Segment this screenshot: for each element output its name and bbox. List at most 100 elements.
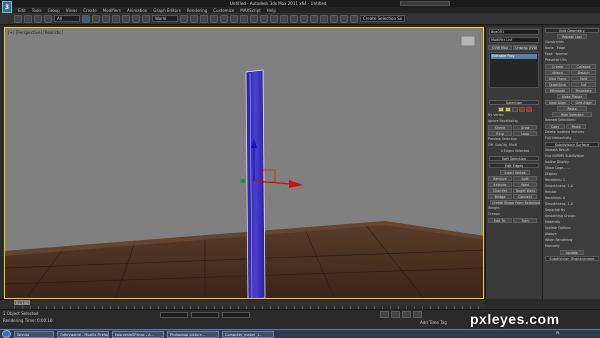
connect-button[interactable]: Connect	[513, 194, 538, 199]
render-setup-icon[interactable]	[330, 14, 338, 23]
smooth-result-checkbox[interactable]: Smooth Result	[545, 148, 599, 153]
time-slider[interactable]: 0 / 100	[14, 300, 30, 305]
split-button[interactable]: Split	[513, 176, 538, 181]
angle-snap-icon[interactable]	[220, 14, 228, 23]
object-name-field[interactable]: Box001	[489, 29, 539, 35]
tray-language[interactable]: PL	[556, 331, 560, 335]
subdivision-surface-rollout[interactable]: Subdivision Surface	[545, 142, 599, 147]
taskbar-item-photoshop[interactable]: Photoshop picture...	[167, 330, 219, 338]
preview-off-radio[interactable]: Off	[488, 143, 493, 147]
schematic-view-icon[interactable]	[310, 14, 318, 23]
weld-button[interactable]: Weld	[513, 182, 538, 187]
paste-button[interactable]: Paste	[566, 124, 587, 129]
menu-create[interactable]: Create	[83, 8, 96, 13]
render-iterations-value[interactable]: 0	[563, 196, 565, 200]
repeat-last-button[interactable]: Repeat Last	[557, 34, 587, 39]
vertex-mode-icon[interactable]	[497, 107, 504, 112]
menu-views[interactable]: Views	[66, 8, 78, 13]
start-button[interactable]	[2, 330, 11, 338]
manipulate-icon[interactable]	[190, 14, 198, 23]
menu-graph-editors[interactable]: Graph Editors	[153, 8, 180, 13]
constraint-normal-radio[interactable]: Normal	[556, 52, 568, 56]
taskbar-item-wrzuta[interactable]: Wrzuta	[14, 330, 54, 338]
y-coordinate-field[interactable]	[191, 312, 219, 318]
menu-modifiers[interactable]: Modifiers	[103, 8, 121, 13]
loop-button[interactable]: Loop	[513, 131, 538, 136]
create-shape-button[interactable]: Create Shape From Selection	[490, 200, 540, 205]
subdivision-displacement-rollout[interactable]: Subdivision Displacement	[545, 256, 599, 261]
selection-filter-dropdown[interactable]: All	[54, 15, 80, 22]
x-coordinate-field[interactable]	[160, 312, 188, 318]
reference-coordinate-dropdown[interactable]: World	[152, 15, 178, 22]
snaps-toggle-icon[interactable]	[210, 14, 218, 23]
spinner-snap-icon[interactable]	[240, 14, 248, 23]
render-smoothness-value[interactable]: 1,0	[567, 202, 572, 206]
select-move-icon[interactable]	[122, 14, 130, 23]
menu-rendering[interactable]: Rendering	[187, 8, 207, 13]
tessellate-button[interactable]: Tessellate	[571, 88, 597, 93]
menu-help[interactable]: Help	[267, 8, 276, 13]
bridge-button[interactable]: Bridge	[488, 194, 512, 199]
rectangular-selection-icon[interactable]	[102, 14, 110, 23]
attach-button[interactable]: Attach	[545, 70, 570, 75]
go-to-start-icon[interactable]	[380, 311, 389, 318]
window-crossing-icon[interactable]	[112, 14, 120, 23]
split-checkbox[interactable]: Split	[571, 76, 597, 81]
perspective-viewport[interactable]: [+] [Perspective] [Realistic]	[4, 27, 484, 299]
display-smoothness-value[interactable]: 1,0	[567, 184, 572, 188]
taskbar-item-firefox[interactable]: Odkrywanie - Mozilla Firefox	[57, 330, 109, 338]
by-vertex-checkbox[interactable]: By Vertex	[488, 113, 542, 118]
selection-rollout-header[interactable]: Selection	[489, 100, 539, 105]
preserve-uvs-checkbox[interactable]: Preserve UVs	[545, 58, 599, 63]
edit-named-selection-icon[interactable]	[250, 14, 258, 23]
soft-selection-rollout[interactable]: Soft Selection	[489, 156, 539, 161]
menu-tools[interactable]: Tools	[32, 8, 42, 13]
unlink-icon[interactable]	[44, 14, 52, 23]
align-icon[interactable]	[270, 14, 278, 23]
update-always-radio[interactable]: Always	[545, 232, 599, 237]
detach-button[interactable]: Detach	[571, 70, 597, 75]
full-interactivity-checkbox[interactable]: Full Interactivity	[545, 136, 599, 141]
mirror-icon[interactable]	[260, 14, 268, 23]
make-planar-button[interactable]: Make Planar	[557, 94, 587, 99]
hide-selected-button[interactable]: Hide Selected	[552, 112, 592, 117]
quickslice-button[interactable]: QuickSlice	[545, 82, 570, 87]
menu-customize[interactable]: Customize	[213, 8, 234, 13]
edge-mode-icon[interactable]	[504, 107, 511, 112]
ring-button[interactable]: Ring	[488, 131, 512, 136]
taskbar-item-3dsmax[interactable]: tworzenieSP.max - A...	[112, 330, 164, 338]
ignore-backfacing-checkbox[interactable]: Ignore Backfacing	[488, 119, 542, 124]
modifier-list-dropdown[interactable]: Modifier List	[489, 37, 539, 43]
msmooth-button[interactable]: MSmooth	[545, 88, 570, 93]
menu-group[interactable]: Group	[48, 8, 60, 13]
material-editor-icon[interactable]	[320, 14, 328, 23]
menu-maxscript[interactable]: MAXScript	[240, 8, 261, 13]
preview-subobj-radio[interactable]: SubObj	[495, 143, 507, 147]
collapse-button[interactable]: Collapse	[571, 64, 597, 69]
play-icon[interactable]	[402, 311, 411, 318]
keyboard-shortcut-icon[interactable]	[200, 14, 208, 23]
graphite-tools-icon[interactable]	[290, 14, 298, 23]
undo-icon[interactable]	[14, 14, 22, 23]
cut-button[interactable]: Cut	[571, 82, 597, 87]
element-mode-icon[interactable]	[526, 107, 533, 112]
copy-button[interactable]: Copy	[545, 124, 565, 129]
select-by-name-icon[interactable]	[92, 14, 100, 23]
menu-edit[interactable]: Edit	[18, 8, 26, 13]
add-time-tag[interactable]: Add Time Tag	[420, 320, 447, 325]
target-weld-button[interactable]: Target Weld	[513, 188, 538, 193]
taskbar-item-computer-maker[interactable]: Computer_maker_1...	[222, 330, 274, 338]
materials-checkbox[interactable]: Materials	[545, 220, 599, 225]
curve-editor-icon[interactable]	[300, 14, 308, 23]
constraint-none-radio[interactable]: None	[545, 46, 554, 50]
slice-plane-button[interactable]: Slice Plane	[545, 76, 570, 81]
relax-button[interactable]: Relax	[557, 106, 587, 111]
menu-animation[interactable]: Animation	[127, 8, 147, 13]
create-button[interactable]: Create	[545, 64, 570, 69]
pivot-center-icon[interactable]	[180, 14, 188, 23]
polygon-mode-icon[interactable]	[519, 107, 526, 112]
edit-tri-button[interactable]: Edit Tri.	[488, 218, 512, 223]
edit-edges-rollout[interactable]: Edit Edges	[489, 163, 539, 168]
z-coordinate-field[interactable]	[222, 312, 250, 318]
edit-geometry-rollout[interactable]: Edit Geometry	[545, 28, 599, 33]
